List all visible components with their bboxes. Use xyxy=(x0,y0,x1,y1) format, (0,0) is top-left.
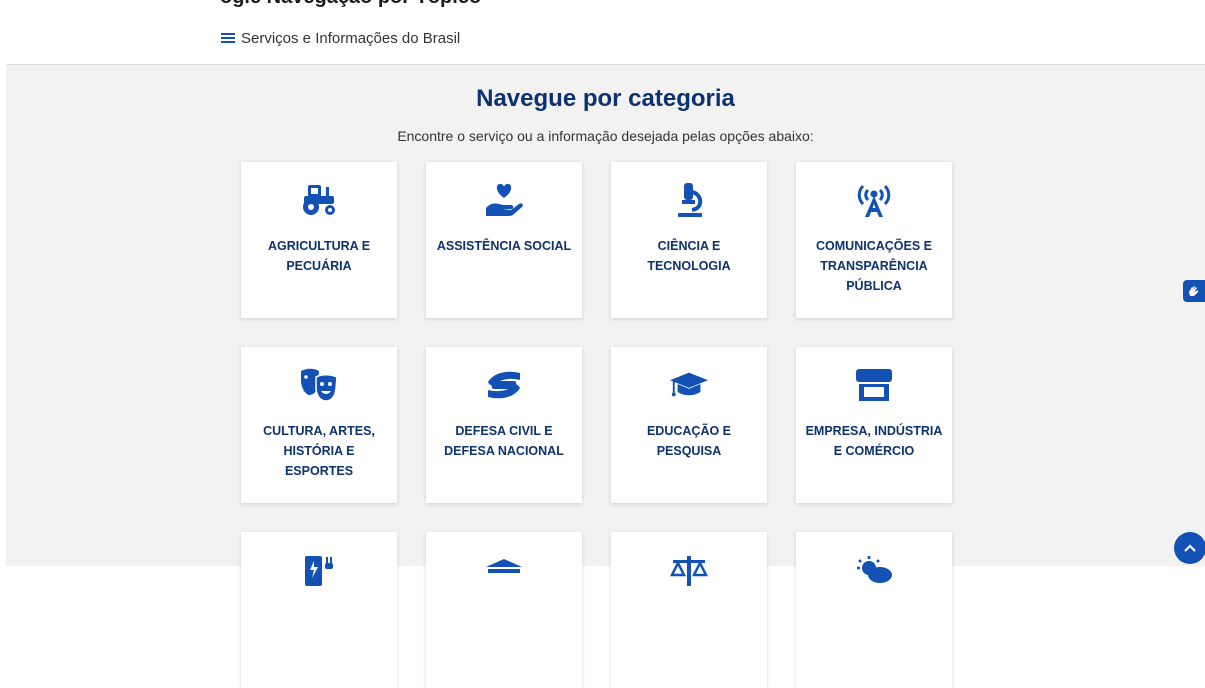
hands-helping-icon xyxy=(484,365,524,405)
category-label: AGRICULTURA E PECUÁRIA xyxy=(267,239,371,273)
microscope-icon xyxy=(669,180,709,220)
hamburger-icon[interactable] xyxy=(221,32,235,44)
category-card-defesa[interactable]: DEFESA CIVIL E DEFESA NACIONAL xyxy=(426,347,582,503)
category-card-comunicacoes[interactable]: COMUNICAÇÕES E TRANSPARÊNCIA PÚBLICA xyxy=(796,162,952,318)
category-card-justica[interactable] xyxy=(611,532,767,688)
broadcast-tower-icon xyxy=(854,180,894,220)
category-label: COMUNICAÇÕES E TRANSPARÊNCIA PÚBLICA xyxy=(816,239,932,293)
category-label: EDUCAÇÃO E PESQUISA xyxy=(646,424,732,458)
graduation-cap-icon xyxy=(669,365,709,405)
charging-station-icon xyxy=(299,550,339,590)
section-title: Navegue por categoria xyxy=(476,85,735,112)
hand-heart-icon xyxy=(484,180,524,220)
category-card-agricultura[interactable]: AGRICULTURA E PECUÁRIA xyxy=(241,162,397,318)
university-icon xyxy=(484,550,524,590)
tractor-icon xyxy=(299,180,339,220)
vlibras-button[interactable] xyxy=(1183,280,1205,302)
balance-scale-icon xyxy=(669,550,709,590)
category-card-empresa[interactable]: EMPRESA, INDÚSTRIA E COMÉRCIO xyxy=(796,347,952,503)
category-label: ASSISTÊNCIA SOCIAL xyxy=(436,239,572,253)
category-label: DEFESA CIVIL E DEFESA NACIONAL xyxy=(444,424,564,458)
cloud-sun-icon xyxy=(854,550,894,590)
category-card-energia[interactable] xyxy=(241,532,397,688)
category-card-assistencia[interactable]: ASSISTÊNCIA SOCIAL xyxy=(426,162,582,318)
section-subtitle: Encontre o serviço ou a informação desej… xyxy=(397,128,814,144)
category-card-cultura[interactable]: CULTURA, ARTES, HISTÓRIA E ESPORTES xyxy=(241,347,397,503)
theater-masks-icon xyxy=(299,365,339,405)
category-card-ciencia[interactable]: CIÊNCIA E TECNOLOGIA xyxy=(611,162,767,318)
menu-toggle[interactable]: Serviços e Informações do Brasil xyxy=(221,27,460,49)
category-label: CULTURA, ARTES, HISTÓRIA E ESPORTES xyxy=(263,424,375,478)
category-card-governo[interactable] xyxy=(426,532,582,688)
category-section: Navegue por categoria Encontre o serviço… xyxy=(6,64,1205,688)
category-label: CIÊNCIA E TECNOLOGIA xyxy=(647,239,731,273)
back-to-top-button[interactable] xyxy=(1174,532,1205,564)
chevron-up-icon xyxy=(1184,544,1196,552)
category-label: EMPRESA, INDÚSTRIA E COMÉRCIO xyxy=(805,424,943,458)
store-icon xyxy=(854,365,894,405)
page-title-cut: ogle Navegação por Tópico xyxy=(220,0,481,14)
sign-language-icon xyxy=(1189,286,1198,296)
category-card-meio-ambiente[interactable] xyxy=(796,532,952,688)
menu-label[interactable]: Serviços e Informações do Brasil xyxy=(241,30,460,47)
category-card-educacao[interactable]: EDUCAÇÃO E PESQUISA xyxy=(611,347,767,503)
